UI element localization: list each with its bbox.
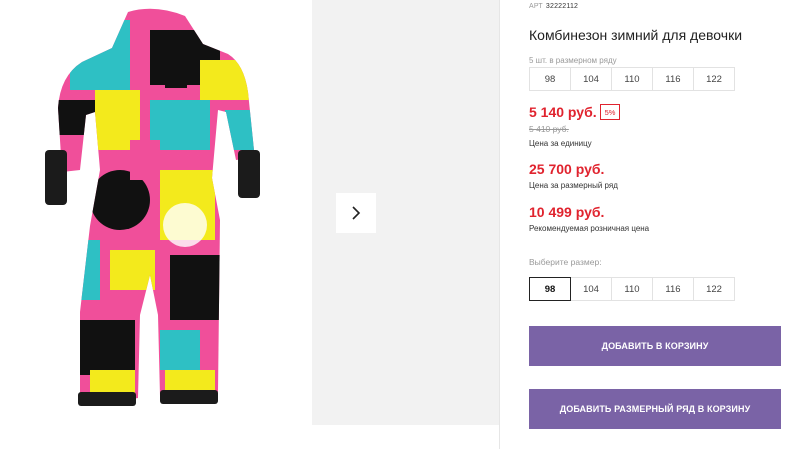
size-option-98[interactable]: 98 (529, 277, 571, 301)
size-row-item: 98 (529, 67, 571, 91)
size-row-item: 122 (693, 67, 735, 91)
retail-price-note: Рекомендуемая розничная цена (529, 224, 650, 233)
retail-price: 10 499 руб. (529, 204, 605, 220)
product-image[interactable] (0, 0, 312, 449)
product-title: Комбинезон зимний для девочки (529, 27, 743, 43)
row-price: 25 700 руб. (529, 161, 605, 177)
size-row-list: 98 104 110 116 122 (529, 67, 735, 91)
old-price: 5 410 руб. (529, 124, 569, 134)
size-option-122[interactable]: 122 (693, 277, 735, 301)
size-row-item: 104 (570, 67, 612, 91)
article: АРТ 32222112 (529, 3, 578, 10)
size-option-104[interactable]: 104 (570, 277, 612, 301)
snowsuit-image (45, 8, 260, 406)
add-to-cart-button[interactable]: ДОБАВИТЬ В КОРЗИНУ (529, 326, 781, 366)
chevron-right-icon (352, 206, 361, 220)
size-select-label: Выберите размер: (529, 257, 602, 267)
size-row-caption: 5 шт. в размерном ряду (529, 56, 617, 65)
add-size-row-to-cart-button[interactable]: ДОБАВИТЬ РАЗМЕРНЫЙ РЯД В КОРЗИНУ (529, 389, 781, 429)
unit-price-note: Цена за единицу (529, 139, 592, 148)
size-option-110[interactable]: 110 (611, 277, 653, 301)
discount-badge: 5% (600, 104, 620, 120)
vertical-divider (499, 0, 500, 449)
size-row-item: 116 (652, 67, 694, 91)
article-label: АРТ (529, 3, 543, 10)
size-option-116[interactable]: 116 (652, 277, 694, 301)
size-row-item: 110 (611, 67, 653, 91)
size-selector: 98 104 110 116 122 (529, 277, 735, 301)
row-price-note: Цена за размерный ряд (529, 181, 618, 190)
unit-price: 5 140 руб. (529, 104, 597, 120)
next-image-button[interactable] (336, 193, 376, 233)
article-number: 32222112 (545, 3, 579, 10)
